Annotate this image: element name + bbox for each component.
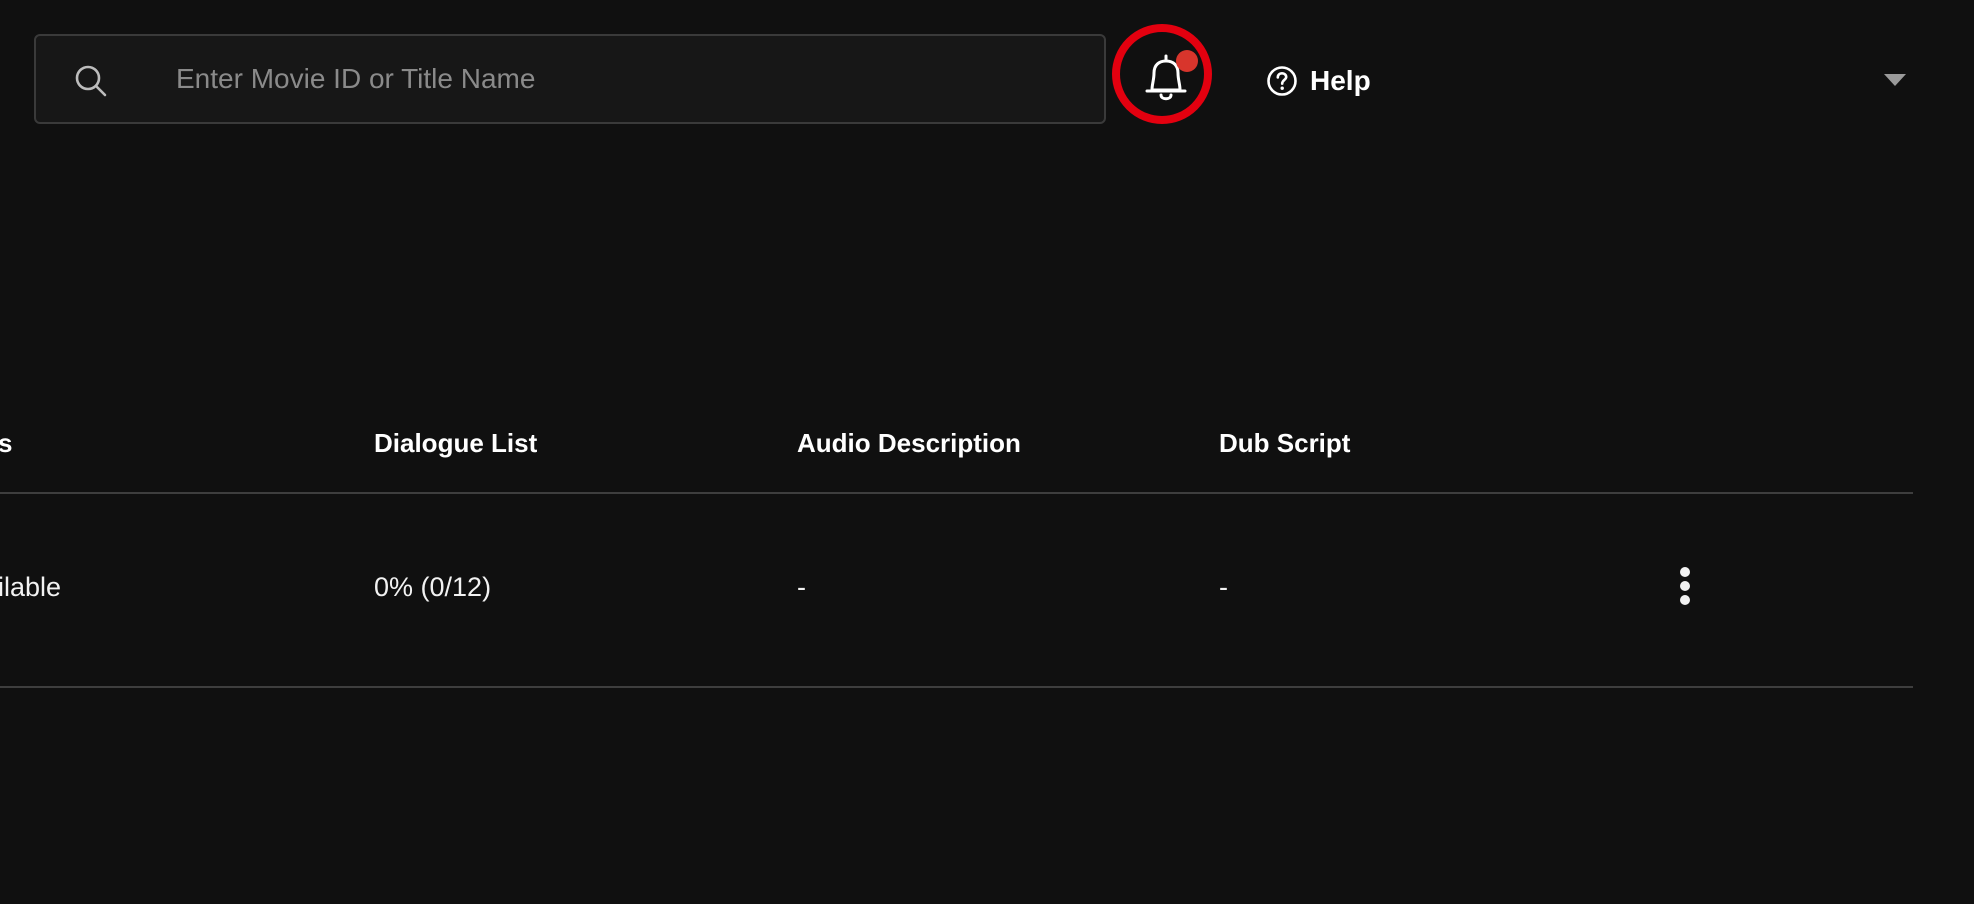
table-row: ilable 0% (0/12) - - [0, 567, 1913, 612]
help-link[interactable]: Help [1266, 62, 1371, 100]
account-dropdown[interactable] [1880, 70, 1910, 90]
row-divider [0, 686, 1913, 688]
search-icon [75, 65, 107, 97]
search-box[interactable] [34, 34, 1106, 124]
row-menu-button[interactable] [1670, 564, 1700, 616]
cell-dub-script: - [1219, 572, 1228, 602]
column-header-audio-description: Audio Description [797, 428, 1021, 458]
column-header-dialogue-list: Dialogue List [374, 428, 538, 458]
search-input[interactable] [176, 36, 1076, 122]
caret-down-icon [1884, 74, 1906, 86]
notifications-button[interactable] [1112, 24, 1212, 124]
table-header: s Dialogue List Audio Description Dub Sc… [0, 428, 1913, 494]
help-label: Help [1310, 65, 1371, 96]
column-header-status: s [0, 428, 13, 458]
notification-badge [1176, 50, 1198, 72]
more-vertical-icon [1680, 567, 1690, 605]
cell-dialogue-list: 0% (0/12) [374, 572, 492, 602]
help-circle-icon [1267, 66, 1297, 96]
cell-audio-description: - [797, 572, 806, 602]
column-header-dub-script: Dub Script [1219, 428, 1351, 458]
cell-status: ilable [0, 572, 62, 602]
header-divider [0, 492, 1913, 494]
